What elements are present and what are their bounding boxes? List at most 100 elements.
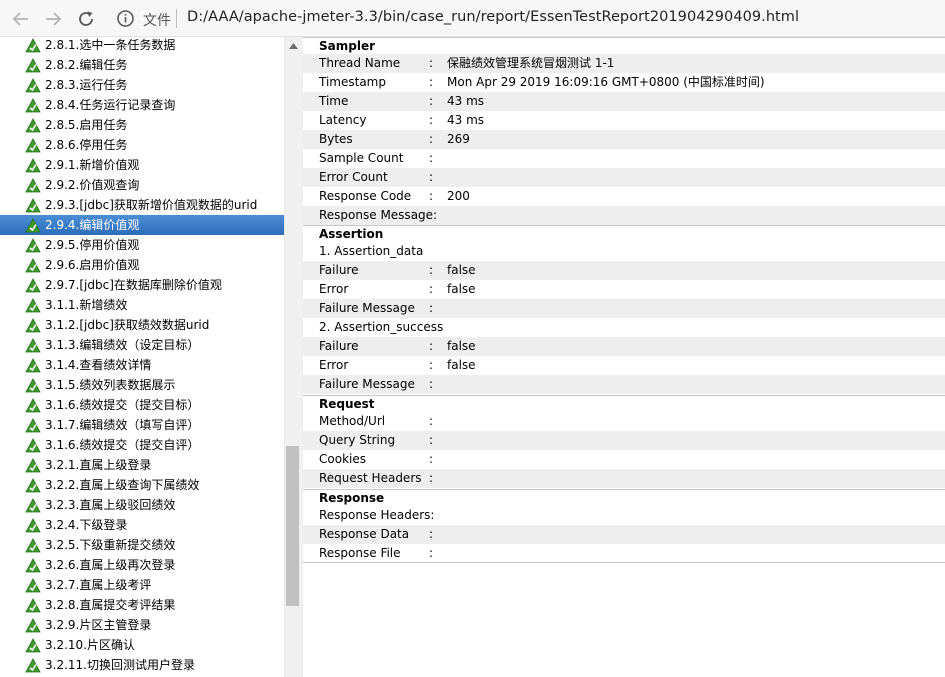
sampler-pass-icon xyxy=(25,138,41,153)
tree-item[interactable]: 3.2.1.直属上级登录 xyxy=(0,455,284,475)
row-separator: : xyxy=(429,113,434,127)
row-key: Response Headers: xyxy=(319,508,435,522)
tree-item[interactable]: 2.8.2.编辑任务 xyxy=(0,55,284,75)
tree-item[interactable]: 2.9.3.[jdbc]获取新增价值观数据的urid xyxy=(0,195,284,215)
detail-row: 1. Assertion_data xyxy=(303,242,945,261)
sampler-pass-icon xyxy=(25,558,41,573)
tree-item[interactable]: 2.8.4.任务运行记录查询 xyxy=(0,95,284,115)
forward-button[interactable] xyxy=(42,8,64,30)
row-separator: : xyxy=(429,471,434,485)
row-value: Mon Apr 29 2019 16:09:16 GMT+0800 (中国标准时… xyxy=(447,75,765,89)
tree-item[interactable]: 2.9.4.编辑价值观 xyxy=(0,215,284,235)
sampler-pass-icon xyxy=(25,158,41,173)
sampler-pass-icon xyxy=(25,38,41,53)
row-key: Thread Name xyxy=(319,56,401,70)
tree-item-label: 3.2.9.片区主管登录 xyxy=(45,618,152,632)
sampler-pass-icon xyxy=(25,258,41,273)
tree-item-label: 2.9.3.[jdbc]获取新增价值观数据的urid xyxy=(45,198,258,212)
tree-item[interactable]: 3.1.1.新增绩效 xyxy=(0,295,284,315)
tree-item[interactable]: 3.1.6.绩效提交（提交目标） xyxy=(0,395,284,415)
row-key: Failure Message xyxy=(319,377,415,391)
tree-item[interactable]: 3.1.3.编辑绩效（设定目标） xyxy=(0,335,284,355)
tree-item[interactable]: 2.9.1.新增价值观 xyxy=(0,155,284,175)
detail-panel: Sampler Assertion Request Response Threa… xyxy=(303,37,945,677)
triangle-up-icon xyxy=(288,42,298,49)
tree-item-label: 2.9.1.新增价值观 xyxy=(45,158,140,172)
row-key: Error Count xyxy=(319,170,388,184)
tree-item[interactable]: 3.2.7.直属上级考评 xyxy=(0,575,284,595)
tree-item-label: 3.2.11.切换回测试用户登录 xyxy=(45,658,195,672)
tree-item[interactable]: 3.2.3.直属上级驳回绩效 xyxy=(0,495,284,515)
row-key: Response Data xyxy=(319,527,410,541)
tree-item-label: 2.9.4.编辑价值观 xyxy=(45,218,140,232)
sampler-pass-icon xyxy=(25,638,41,653)
tree-item-label: 3.1.4.查看绩效详情 xyxy=(45,358,152,372)
sampler-pass-icon xyxy=(25,178,41,193)
browser-toolbar: 文件 D:/AAA/apache-jmeter-3.3/bin/case_run… xyxy=(0,0,945,37)
tree-item[interactable]: 2.8.1.选中一条任务数据 xyxy=(0,37,284,55)
scroll-up-button[interactable] xyxy=(285,37,301,54)
section-title: Response xyxy=(319,491,385,505)
row-separator: : xyxy=(429,282,434,296)
info-icon[interactable] xyxy=(116,9,135,28)
row-separator: : xyxy=(429,151,434,165)
section-title: Assertion xyxy=(319,227,384,241)
detail-row: Failure Message: xyxy=(303,299,945,318)
tree-item-label: 3.1.6.绩效提交（提交目标） xyxy=(45,398,200,412)
tree-item[interactable]: 3.1.7.编辑绩效（填写自评） xyxy=(0,415,284,435)
detail-row: Sample Count: xyxy=(303,149,945,168)
tree-item[interactable]: 2.9.5.停用价值观 xyxy=(0,235,284,255)
tree-item[interactable]: 3.2.10.片区确认 xyxy=(0,635,284,655)
row-key: Error xyxy=(319,358,349,372)
arrow-right-icon xyxy=(46,12,62,26)
tree-item[interactable]: 2.9.2.价值观查询 xyxy=(0,175,284,195)
tree-item[interactable]: 3.2.9.片区主管登录 xyxy=(0,615,284,635)
tree-scrollbar[interactable] xyxy=(284,37,301,677)
sampler-pass-icon xyxy=(25,498,41,513)
tree-item[interactable]: 3.1.5.绩效列表数据展示 xyxy=(0,375,284,395)
sampler-pass-icon xyxy=(25,398,41,413)
sampler-pass-icon xyxy=(25,618,41,633)
tree-item-label: 3.1.1.新增绩效 xyxy=(45,298,128,312)
tree-item[interactable]: 3.2.4.下级登录 xyxy=(0,515,284,535)
tree-item-label: 2.8.4.任务运行记录查询 xyxy=(45,98,176,112)
reload-icon xyxy=(79,11,93,26)
tree-item[interactable]: 2.9.6.启用价值观 xyxy=(0,255,284,275)
address-bar-url[interactable]: D:/AAA/apache-jmeter-3.3/bin/case_run/re… xyxy=(187,9,799,25)
detail-row: Method/Url: xyxy=(303,412,945,431)
tree-item[interactable]: 3.2.2.直属上级查询下属绩效 xyxy=(0,475,284,495)
tree-item[interactable]: 3.2.5.下级重新提交绩效 xyxy=(0,535,284,555)
tree-item[interactable]: 2.8.6.停用任务 xyxy=(0,135,284,155)
sampler-pass-icon xyxy=(25,578,41,593)
detail-row: Response Headers: xyxy=(303,506,945,525)
tree-item[interactable]: 2.8.5.启用任务 xyxy=(0,115,284,135)
back-button[interactable] xyxy=(10,8,32,30)
tree-item[interactable]: 3.2.8.直属提交考评结果 xyxy=(0,595,284,615)
tree-item[interactable]: 3.2.11.切换回测试用户登录 xyxy=(0,655,284,675)
tree-item[interactable]: 3.1.6.绩效提交（提交自评） xyxy=(0,435,284,455)
row-key: Response Message: xyxy=(319,208,438,222)
sampler-pass-icon xyxy=(25,438,41,453)
row-separator: : xyxy=(429,452,434,466)
sampler-pass-icon xyxy=(25,358,41,373)
row-key: Request Headers xyxy=(319,471,422,485)
scroll-thumb[interactable] xyxy=(286,446,299,606)
sampler-pass-icon xyxy=(25,298,41,313)
section-header-assertion: Assertion xyxy=(303,225,945,242)
row-value: 43 ms xyxy=(447,94,485,108)
tree-item[interactable]: 3.2.6.直属上级再次登录 xyxy=(0,555,284,575)
tree-item[interactable]: 2.9.7.[jdbc]在数据库删除价值观 xyxy=(0,275,284,295)
tree-item[interactable]: 2.8.3.运行任务 xyxy=(0,75,284,95)
tree-item-label: 2.8.5.启用任务 xyxy=(45,118,128,132)
reload-button[interactable] xyxy=(75,8,97,30)
row-value: 200 xyxy=(447,189,470,203)
row-value: 43 ms xyxy=(447,113,485,127)
detail-row: Query String: xyxy=(303,431,945,450)
detail-row: Latency:43 ms xyxy=(303,111,945,130)
tree-item-label: 3.1.7.编辑绩效（填写自评） xyxy=(45,418,200,432)
sampler-pass-icon xyxy=(25,418,41,433)
detail-row: Request Headers: xyxy=(303,469,945,488)
row-key: Error xyxy=(319,282,349,296)
tree-item[interactable]: 3.1.4.查看绩效详情 xyxy=(0,355,284,375)
tree-item[interactable]: 3.1.2.[jdbc]获取绩效数据urid xyxy=(0,315,284,335)
